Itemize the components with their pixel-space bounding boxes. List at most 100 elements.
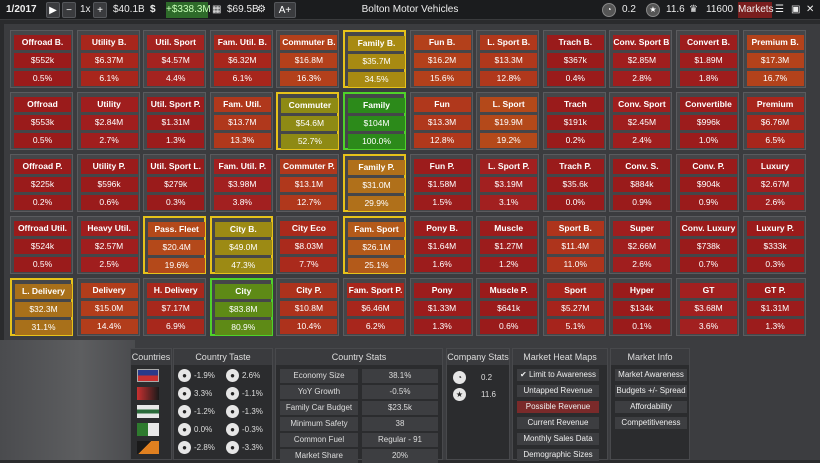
market-tile[interactable]: Fun P. $1.58M 1.5% [409, 154, 473, 212]
market-tile[interactable]: Trach P. $35.6k 0.0% [542, 154, 606, 212]
flag-country-2[interactable] [137, 387, 159, 400]
tile-percent: 6.5% [746, 133, 804, 148]
market-tile[interactable]: Pony $1.33M 1.3% [409, 278, 473, 336]
flag-country-1[interactable] [137, 369, 159, 382]
market-tile[interactable]: Util. Sport $4.57M 4.4% [143, 30, 207, 88]
market-tile[interactable]: Muscle P. $641k 0.6% [476, 278, 540, 336]
market-tile[interactable]: Conv. S. $884k 0.9% [609, 154, 673, 212]
market-tile[interactable]: Luxury $2.67M 2.6% [742, 154, 806, 212]
tile-percent: 2.5% [80, 257, 138, 272]
market-tile[interactable]: Convertible $996k 1.0% [676, 92, 739, 150]
chassis-icon: ● [178, 405, 191, 418]
mode-button[interactable]: A+ [274, 2, 296, 18]
tile-value: $11.4M [546, 239, 604, 254]
profit-value: +$338.3M [166, 2, 211, 18]
speed-up-button[interactable]: + [93, 2, 107, 18]
market-tile[interactable]: Util. Sport L. $279k 0.3% [143, 154, 207, 212]
market-tile[interactable]: Trach $191k 0.2% [542, 92, 606, 150]
stat-b: 11.6 [666, 4, 685, 15]
market-tile[interactable]: Family B. $35.7M 34.5% [343, 30, 406, 88]
tile-percent: 13.3% [213, 133, 271, 148]
market-tile[interactable]: Offroad $553k 0.5% [10, 92, 73, 150]
heatmap-option[interactable]: Untapped Revenue [517, 385, 599, 397]
market-tile[interactable]: Muscle $1.27M 1.2% [476, 216, 540, 274]
market-tile[interactable]: Conv. Luxury $738k 0.7% [676, 216, 739, 274]
speed-down-button[interactable]: − [62, 2, 76, 18]
market-tile[interactable]: City B. $49.0M 47.3% [209, 216, 273, 274]
market-tile[interactable]: L. Sport P. $3.19M 3.1% [476, 154, 540, 212]
markets-tab[interactable]: Markets [738, 2, 774, 18]
tile-name: Convertible [680, 97, 737, 112]
market-info-option[interactable]: Competitiveness [615, 417, 687, 429]
play-button[interactable]: ▶ [46, 2, 60, 18]
market-tile[interactable]: Delivery $15.0M 14.4% [76, 278, 140, 336]
market-info-option[interactable]: Affordability [615, 401, 687, 413]
heatmap-option[interactable]: Monthly Sales Data [517, 433, 599, 445]
tile-name: H. Delivery [147, 283, 205, 298]
market-tile[interactable]: Hyper $134k 0.1% [609, 278, 673, 336]
market-heat-maps-header: Market Heat Maps [513, 349, 607, 365]
close-icon[interactable]: ✕ [806, 2, 818, 18]
list-icon[interactable]: ☰ [775, 2, 787, 18]
market-tile[interactable]: Fun B. $16.2M 15.6% [409, 30, 473, 88]
market-tile[interactable]: L. Delivery $32.3M 31.1% [10, 278, 73, 336]
market-tile[interactable]: Family $104M 100.0% [343, 92, 406, 150]
market-tile[interactable]: City $83.8M 80.9% [209, 278, 273, 336]
market-tile[interactable]: Conv. Sport B. $2.85M 2.8% [609, 30, 673, 88]
market-tile[interactable]: Super $2.66M 2.6% [609, 216, 673, 274]
market-tile[interactable]: City Eco $8.03M 7.7% [276, 216, 340, 274]
taste-value: -1.2% [194, 407, 215, 416]
market-tile[interactable]: Premium $6.76M 6.5% [742, 92, 806, 150]
market-tile[interactable]: Fam. Util. B. $6.32M 6.1% [209, 30, 273, 88]
market-tile[interactable]: Commuter $54.6M 52.7% [276, 92, 340, 150]
heatmap-option[interactable]: Possible Revenue [517, 401, 599, 413]
market-tile[interactable]: Pony B. $1.64M 1.6% [409, 216, 473, 274]
market-tile[interactable]: H. Delivery $7.17M 6.9% [143, 278, 207, 336]
gear-icon[interactable]: ⚙ [257, 2, 269, 18]
heatmap-option[interactable]: Current Revenue [517, 417, 599, 429]
tile-name: Delivery [80, 283, 138, 298]
flag-country-4[interactable] [137, 423, 159, 436]
market-tile[interactable]: Family P. $31.0M 29.9% [343, 154, 406, 212]
market-tile[interactable]: Fam. Util. $13.7M 13.3% [209, 92, 273, 150]
market-tile[interactable]: Conv. P. $904k 0.9% [676, 154, 739, 212]
market-tile[interactable]: Offroad Util. $524k 0.5% [10, 216, 73, 274]
market-tile[interactable]: L. Sport $19.9M 19.2% [476, 92, 540, 150]
market-tile[interactable]: Fam. Util. P. $3.98M 3.8% [209, 154, 273, 212]
market-tile[interactable]: Commuter P. $13.1M 12.7% [276, 154, 340, 212]
market-tile[interactable]: Convert B. $1.89M 1.8% [676, 30, 739, 88]
market-tile[interactable]: Conv. Sport $2.45M 2.4% [609, 92, 673, 150]
window-icon[interactable]: ▣ [791, 2, 803, 18]
heatmap-option[interactable]: Demographic Sizes [517, 449, 599, 461]
market-tile[interactable]: Utility $2.84M 2.7% [76, 92, 140, 150]
market-tile[interactable]: Commuter B. $16.8M 16.3% [276, 30, 340, 88]
market-tile[interactable]: Heavy Util. $2.57M 2.5% [76, 216, 140, 274]
flag-country-3[interactable] [137, 405, 159, 418]
tile-name: City B. [214, 222, 272, 237]
tile-percent: 0.4% [546, 71, 604, 86]
tile-value: $1.31M [147, 115, 205, 130]
market-tile[interactable]: Offroad P. $225k 0.2% [10, 154, 73, 212]
tile-percent: 0.5% [14, 133, 71, 148]
limit-to-awareness-checkbox[interactable]: ✔ Limit to Awareness [517, 369, 599, 381]
market-info-option[interactable]: Budgets +/- Spread [615, 385, 687, 397]
market-tile[interactable]: Fam. Sport P. $6.46M 6.2% [343, 278, 406, 336]
market-tile[interactable]: Trach B. $367k 0.4% [542, 30, 606, 88]
market-tile[interactable]: Fam. Sport $26.1M 25.1% [343, 216, 406, 274]
market-tile[interactable]: Sport $5.27M 5.1% [542, 278, 606, 336]
market-info-option[interactable]: Market Awareness [615, 369, 687, 381]
market-tile[interactable]: L. Sport B. $13.3M 12.8% [476, 30, 540, 88]
market-tile[interactable]: Luxury P. $333k 0.3% [742, 216, 806, 274]
market-tile[interactable]: Sport B. $11.4M 11.0% [542, 216, 606, 274]
market-tile[interactable]: City P. $10.8M 10.4% [276, 278, 340, 336]
market-tile[interactable]: Utility P. $596k 0.6% [76, 154, 140, 212]
market-tile[interactable]: Premium B. $17.3M 16.7% [742, 30, 806, 88]
market-tile[interactable]: GT $3.68M 3.6% [676, 278, 739, 336]
market-tile[interactable]: Fun $13.3M 12.8% [409, 92, 473, 150]
market-tile[interactable]: Offroad B. $552k 0.5% [10, 30, 73, 88]
market-tile[interactable]: GT P. $1.31M 1.3% [742, 278, 806, 336]
market-tile[interactable]: Utility B. $6.37M 6.1% [76, 30, 140, 88]
flag-country-5[interactable] [137, 441, 159, 454]
market-tile[interactable]: Pass. Fleet $20.4M 19.6% [143, 216, 207, 274]
market-tile[interactable]: Util. Sport P. $1.31M 1.3% [143, 92, 207, 150]
